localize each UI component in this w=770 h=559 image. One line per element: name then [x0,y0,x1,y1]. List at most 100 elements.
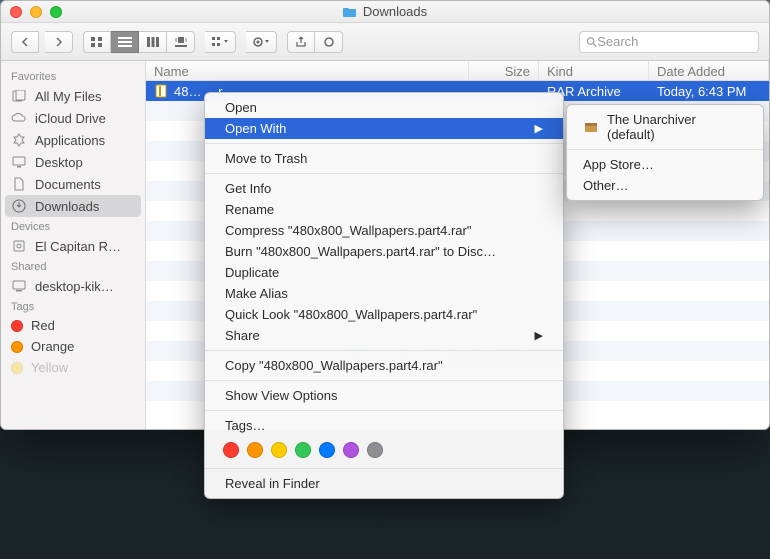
titlebar: Downloads [1,1,769,23]
unarchiver-icon [583,119,599,135]
documents-icon [11,176,27,192]
minimize-button[interactable] [30,6,42,18]
tag-dot-icon [11,362,23,374]
menu-item-reveal[interactable]: Reveal in Finder [205,473,563,494]
submenu-arrow-icon: ▶ [535,122,543,135]
desktop-icon [11,154,27,170]
view-mode-segment [83,31,195,53]
menu-item-share[interactable]: Share ▶ [205,325,563,346]
column-header-kind[interactable]: Kind [539,61,649,80]
folder-icon [343,6,357,18]
sidebar-item-label: El Capitan R… [35,239,121,254]
toolbar [1,23,769,61]
search-icon [586,36,597,48]
menu-separator [205,143,563,144]
menu-item-open-with[interactable]: Open With ▶ [205,118,563,139]
menu-separator [567,149,763,150]
sidebar-item-label: Red [31,318,55,333]
forward-button[interactable] [45,31,73,53]
tag-color-purple[interactable] [343,442,359,458]
view-icons-button[interactable] [83,31,111,53]
menu-item-open[interactable]: Open [205,97,563,118]
menu-item-tags[interactable]: Tags… [205,415,563,436]
view-columns-button[interactable] [139,31,167,53]
menu-separator [205,468,563,469]
column-header-name[interactable]: Name [146,61,469,80]
menu-item-make-alias[interactable]: Make Alias [205,283,563,304]
sidebar-item-label: Orange [31,339,74,354]
view-coverflow-button[interactable] [167,31,195,53]
menu-item-rename[interactable]: Rename [205,199,563,220]
sidebar-item-downloads[interactable]: Downloads [5,195,141,217]
sidebar-item-icloud[interactable]: iCloud Drive [1,107,145,129]
sidebar-item-documents[interactable]: Documents [1,173,145,195]
sidebar-item-shared[interactable]: desktop-kik… [1,275,145,297]
sidebar-tag-yellow[interactable]: Yellow [1,357,145,378]
downloads-icon [11,198,27,214]
sidebar-heading-shared: Shared [1,257,145,275]
view-list-button[interactable] [111,31,139,53]
column-headers: Name Size Kind Date Added [146,61,769,81]
sidebar-item-label: Applications [35,133,105,148]
submenu-arrow-icon: ▶ [535,329,543,342]
menu-separator [205,410,563,411]
submenu-item-other[interactable]: Other… [567,175,763,196]
sidebar-tag-orange[interactable]: Orange [1,336,145,357]
window-controls [10,6,62,18]
sidebar-item-label: Downloads [35,199,99,214]
sidebar-heading-favorites: Favorites [1,67,145,85]
sidebar-item-label: iCloud Drive [35,111,106,126]
sidebar-item-desktop[interactable]: Desktop [1,151,145,173]
all-my-files-icon [11,88,27,104]
tag-color-green[interactable] [295,442,311,458]
menu-separator [205,350,563,351]
sidebar-item-label: Desktop [35,155,83,170]
menu-separator [205,173,563,174]
tag-color-orange[interactable] [247,442,263,458]
tag-color-red[interactable] [223,442,239,458]
sidebar-tag-red[interactable]: Red [1,315,145,336]
back-button[interactable] [11,31,39,53]
search-input[interactable] [597,34,752,49]
cloud-icon [11,110,27,126]
sidebar-item-label: All My Files [35,89,101,104]
menu-item-burn[interactable]: Burn "480x800_Wallpapers.part4.rar" to D… [205,241,563,262]
menu-item-compress[interactable]: Compress "480x800_Wallpapers.part4.rar" [205,220,563,241]
search-field[interactable] [579,31,759,53]
menu-item-copy[interactable]: Copy "480x800_Wallpapers.part4.rar" [205,355,563,376]
tag-color-yellow[interactable] [271,442,287,458]
menu-item-get-info[interactable]: Get Info [205,178,563,199]
menu-item-quick-look[interactable]: Quick Look "480x800_Wallpapers.part4.rar… [205,304,563,325]
column-header-date[interactable]: Date Added [649,61,769,80]
tag-color-blue[interactable] [319,442,335,458]
sidebar-item-device[interactable]: El Capitan R… [1,235,145,257]
column-header-size[interactable]: Size [469,61,539,80]
menu-item-trash[interactable]: Move to Trash [205,148,563,169]
rar-file-icon [154,84,168,98]
disk-icon [11,238,27,254]
action-button[interactable] [246,31,277,53]
tags-button[interactable] [315,31,343,53]
open-with-submenu: The Unarchiver (default) App Store… Othe… [566,104,764,201]
maximize-button[interactable] [50,6,62,18]
applications-icon [11,132,27,148]
file-date: Today, 6:43 PM [649,84,769,99]
tag-color-row [205,436,563,464]
sidebar-item-label: Documents [35,177,101,192]
sidebar-item-all-my-files[interactable]: All My Files [1,85,145,107]
close-button[interactable] [10,6,22,18]
sidebar-item-applications[interactable]: Applications [1,129,145,151]
share-button[interactable] [287,31,315,53]
shared-computer-icon [11,278,27,294]
arrange-segment [205,31,236,53]
submenu-item-app-store[interactable]: App Store… [567,154,763,175]
window-title: Downloads [363,4,427,19]
sidebar-item-label: Yellow [31,360,68,375]
sidebar: Favorites All My Files iCloud Drive Appl… [1,61,146,429]
submenu-item-unarchiver[interactable]: The Unarchiver (default) [567,109,763,145]
arrange-button[interactable] [205,31,236,53]
menu-item-duplicate[interactable]: Duplicate [205,262,563,283]
tag-dot-icon [11,341,23,353]
menu-item-view-options[interactable]: Show View Options [205,385,563,406]
tag-color-gray[interactable] [367,442,383,458]
